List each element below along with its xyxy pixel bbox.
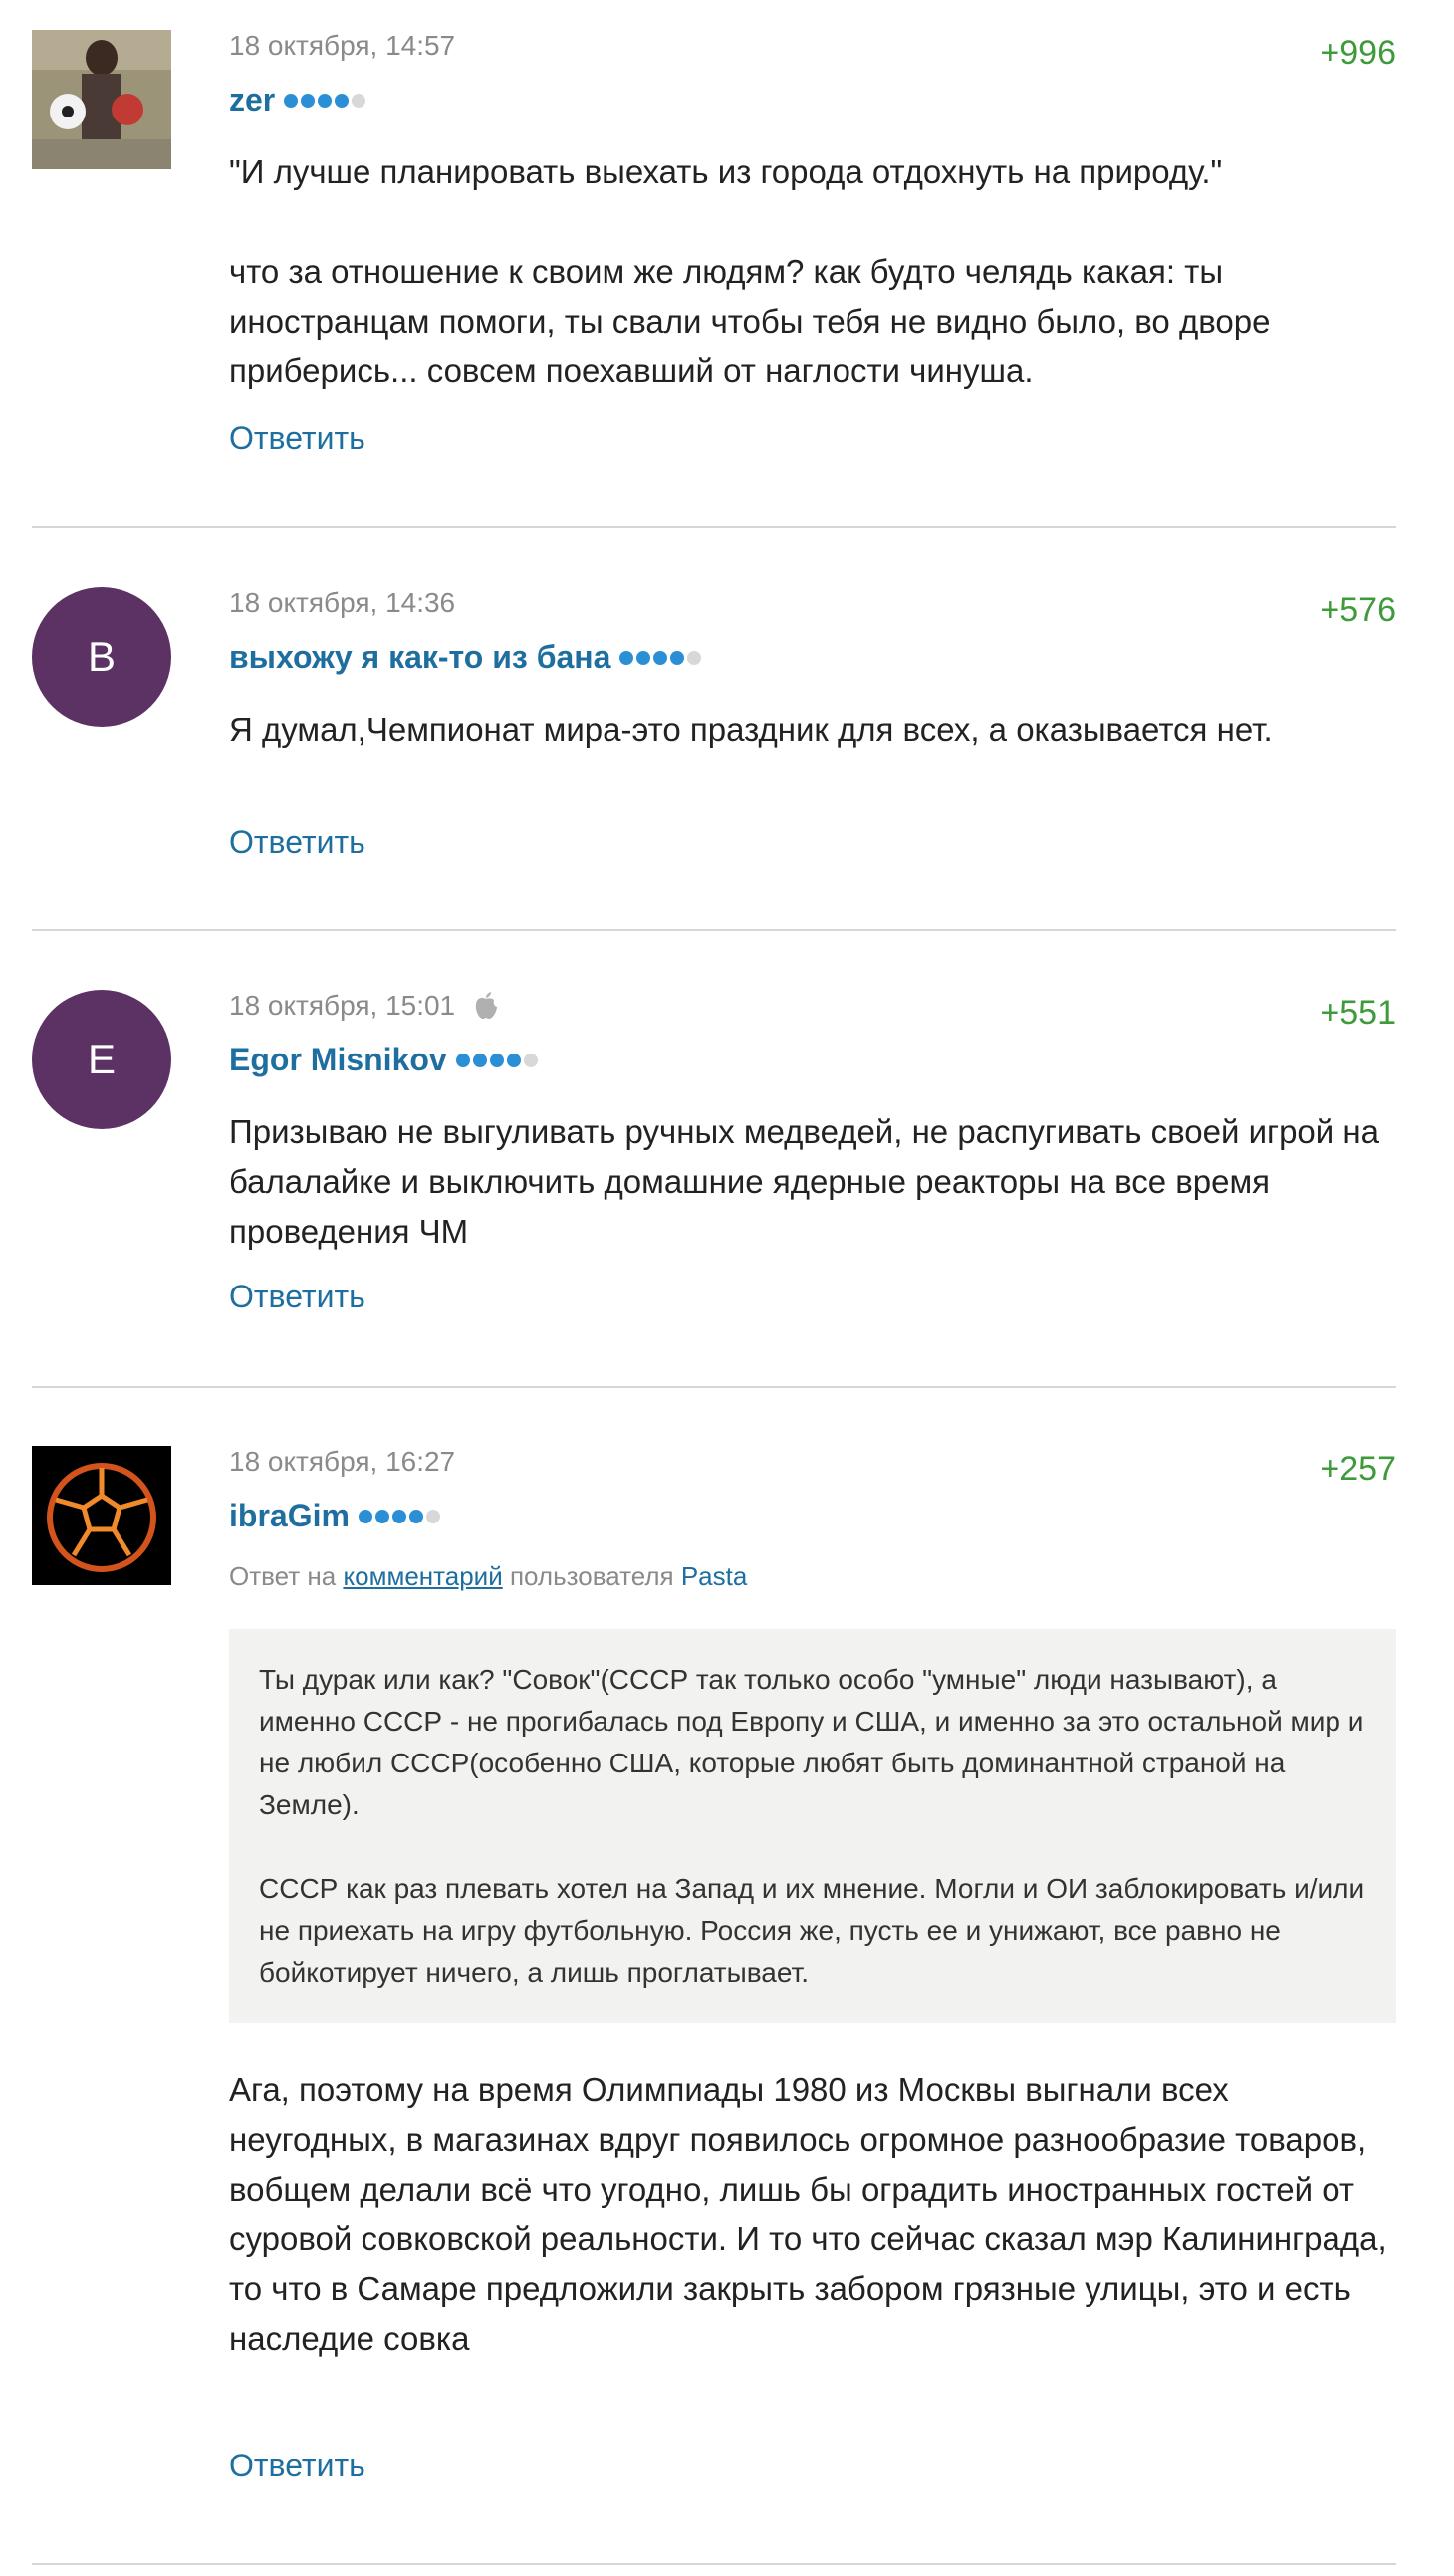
comment-author[interactable]: выхожу я как-то из бана [229,639,702,676]
comment-meta: 18 октября, 14:36 [229,587,455,619]
reply-button[interactable]: Ответить [229,824,365,861]
comment-text: "И лучше планировать выехать из города о… [229,147,1394,396]
comment-meta: 18 октября, 14:57 [229,30,455,62]
comment-meta: 18 октября, 16:27 [229,1446,455,1478]
comment-score[interactable]: +576 [1320,591,1396,630]
comment-author[interactable]: zer [229,82,366,118]
comment-score[interactable]: +551 [1320,994,1396,1033]
divider [32,2563,1396,2565]
reply-button[interactable]: Ответить [229,2448,365,2484]
comment-score[interactable]: +996 [1320,34,1396,73]
rating-dots [619,650,702,665]
quoted-comment: Ты дурак или как? "Совок"(СССР так тольк… [229,1629,1396,2023]
author-name[interactable]: ibraGim [229,1498,350,1534]
reply-to-line: Ответ на комментарий пользователя Pasta [229,1561,747,1592]
divider [32,1386,1396,1388]
comment-date: 18 октября, 16:27 [229,1446,456,1477]
rating-dots [284,93,366,108]
author-name[interactable]: Egor Misnikov [229,1042,447,1078]
comment-text: Я думал,Чемпионат мира-это праздник для … [229,705,1394,755]
author-name[interactable]: выхожу я как-то из бана [229,639,610,676]
comment-date: 18 октября, 15:01 [229,990,456,1021]
author-name[interactable]: zer [229,82,275,118]
apple-icon [475,992,498,1019]
fire-ball-icon [32,1446,171,1585]
comment-text-paragraph: Призываю не выгуливать ручных медведей, … [229,1113,1379,1250]
user-photo-icon [32,30,171,139]
avatar[interactable] [32,30,171,169]
comment-text-paragraph: Ага, поэтому на время Олимпиады 1980 из … [229,2071,1387,2357]
comment-author[interactable]: Egor Misnikov [229,1042,538,1078]
reply-to-comment-link[interactable]: комментарий [343,1561,502,1591]
comment-author[interactable]: ibraGim [229,1498,440,1534]
comment-meta: 18 октября, 15:01 [229,990,499,1022]
rating-dots [455,1053,538,1067]
comment-text-paragraph: "И лучше планировать выехать из города о… [229,153,1223,190]
reply-to-prefix: Ответ на [229,1561,337,1591]
comment-text-paragraph: что за отношение к своим же людям? как б… [229,253,1271,389]
comment-text: Призываю не выгуливать ручных медведей, … [229,1107,1394,1257]
comment-date: 18 октября, 14:36 [229,587,456,618]
avatar[interactable]: E [32,990,171,1129]
avatar[interactable]: В [32,587,171,727]
comment-text-paragraph: Я думал,Чемпионат мира-это праздник для … [229,711,1273,748]
quote-paragraph: Ты дурак или как? "Совок"(СССР так тольк… [259,1664,1364,1820]
reply-to-user-link[interactable]: Pasta [681,1561,748,1591]
comment-score[interactable]: +257 [1320,1450,1396,1489]
quote-paragraph: СССР как раз плевать хотел на Запад и их… [259,1873,1365,1988]
reply-button[interactable]: Ответить [229,420,365,457]
comment-text: Ага, поэтому на время Олимпиады 1980 из … [229,2065,1394,2364]
reply-button[interactable]: Ответить [229,1279,365,1315]
reply-to-middle: пользователя [509,1561,674,1591]
divider [32,526,1396,528]
comment-date: 18 октября, 14:57 [229,30,456,61]
rating-dots [358,1509,440,1523]
avatar[interactable] [32,1446,171,1585]
divider [32,929,1396,931]
